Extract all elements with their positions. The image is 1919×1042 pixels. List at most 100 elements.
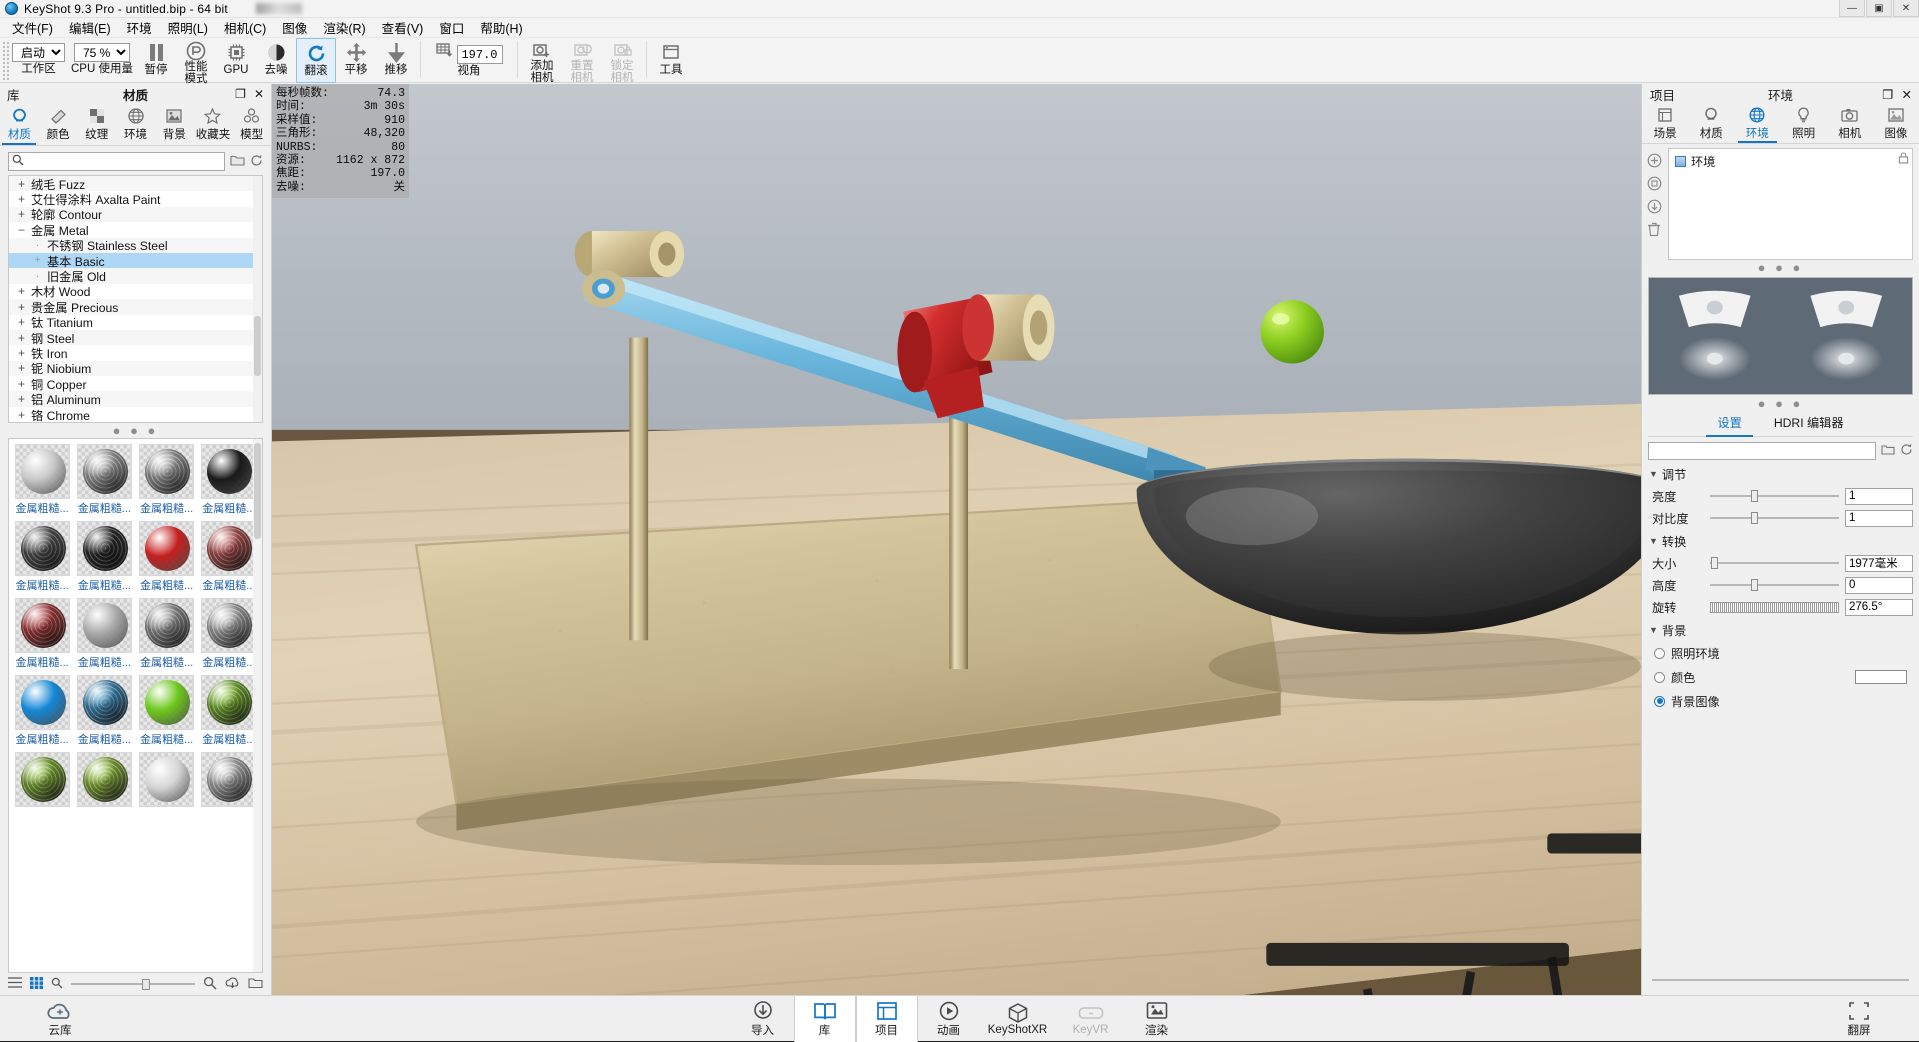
workspace-selector[interactable]: 启动 工作区: [9, 38, 68, 83]
tree-item-15[interactable]: +铬 Chrome: [9, 407, 262, 422]
section-header-adjust[interactable]: ▼ 调节: [1642, 462, 1919, 485]
lock-camera-button[interactable]: 锁定 相机: [602, 38, 642, 83]
scene-render[interactable]: [272, 84, 1641, 995]
denoise-button[interactable]: 去噪: [256, 38, 296, 83]
tree-item-12[interactable]: +铌 Niobium: [9, 361, 262, 376]
size-slider[interactable]: [1710, 556, 1839, 570]
tab-materials[interactable]: 材质: [0, 104, 39, 145]
lock-icon[interactable]: [1898, 152, 1909, 167]
fullscreen-button[interactable]: 翻屏: [1828, 996, 1890, 1042]
menu-window[interactable]: 窗口: [431, 16, 472, 39]
material-thumbnail[interactable]: [73, 750, 135, 811]
brightness-value-input[interactable]: [1845, 488, 1913, 505]
tab-environment[interactable]: 环境: [1734, 104, 1780, 143]
refresh-icon[interactable]: [1900, 443, 1913, 459]
section-header-transform[interactable]: ▼ 转换: [1642, 529, 1919, 552]
zoom-large-icon[interactable]: [203, 976, 217, 993]
contrast-slider[interactable]: [1710, 511, 1839, 525]
tree-item-1[interactable]: +艾仕得涂料 Axalta Paint: [9, 191, 262, 206]
dock-animation-button[interactable]: 动画: [918, 996, 980, 1042]
tab-camera[interactable]: 相机: [1827, 104, 1873, 143]
tree-item-9[interactable]: +钛 Titanium: [9, 315, 262, 330]
search-input[interactable]: [27, 155, 224, 169]
tree-twisty-icon[interactable]: +: [15, 207, 28, 221]
tab-hdri-editor[interactable]: HDRI 编辑器: [1758, 409, 1860, 436]
minimize-button[interactable]: —: [1839, 0, 1865, 17]
material-thumbnail[interactable]: 金属粗糙...: [136, 673, 198, 750]
tab-backgrounds[interactable]: 背景: [155, 104, 194, 145]
material-thumbnail[interactable]: 金属粗糙...: [136, 519, 198, 596]
hdri-preview[interactable]: [1648, 277, 1913, 395]
menu-lighting[interactable]: 照明(L): [160, 16, 216, 39]
material-thumbnail[interactable]: [136, 750, 198, 811]
tree-scroll-thumb[interactable]: [254, 316, 261, 376]
rotation-gradient-slider[interactable]: [1710, 602, 1839, 613]
tree-twisty-icon[interactable]: +: [15, 392, 28, 406]
tree-item-10[interactable]: +钢 Steel: [9, 330, 262, 345]
material-thumbnail[interactable]: [11, 750, 73, 811]
toolbar-grip[interactable]: [2, 41, 9, 80]
gpu-button[interactable]: GPU: [216, 38, 256, 83]
background-image-slider[interactable]: [1652, 975, 1909, 985]
tab-lighting[interactable]: 照明: [1781, 104, 1827, 143]
tree-twisty-icon[interactable]: +: [15, 331, 28, 345]
library-close-icon[interactable]: ✕: [254, 87, 264, 101]
list-view-icon[interactable]: [8, 977, 22, 991]
cloud-download-icon[interactable]: [225, 977, 240, 992]
tree-twisty-icon[interactable]: +: [15, 300, 28, 314]
project-float-icon[interactable]: ❐: [1882, 87, 1893, 102]
material-thumbnail[interactable]: 金属粗糙...: [198, 442, 260, 519]
tab-favorites[interactable]: 收藏夹: [194, 104, 233, 145]
thumbnail-scrollbar[interactable]: [253, 439, 262, 972]
tree-item-13[interactable]: +铜 Copper: [9, 376, 262, 391]
section-header-background[interactable]: ▼ 背景: [1642, 618, 1919, 641]
material-thumbnail[interactable]: 金属粗糙...: [11, 519, 73, 596]
dock-library-button[interactable]: 库: [794, 996, 856, 1042]
tree-item-14[interactable]: +铝 Aluminum: [9, 391, 262, 406]
import-env-icon[interactable]: [1646, 198, 1662, 214]
thumbnail-size-slider[interactable]: [71, 978, 195, 990]
pan-tool-button[interactable]: 平移: [336, 38, 376, 83]
menu-render[interactable]: 渲染(R): [315, 16, 373, 39]
tree-twisty-icon[interactable]: +: [15, 361, 28, 375]
material-thumbnail-area[interactable]: 金属粗糙...金属粗糙...金属粗糙...金属粗糙...金属粗糙...金属粗糙.…: [8, 438, 263, 973]
tab-material[interactable]: 材质: [1688, 104, 1734, 143]
pause-button[interactable]: 暂停: [136, 38, 176, 83]
material-thumbnail[interactable]: 金属粗糙...: [73, 519, 135, 596]
material-tree[interactable]: +绒毛 Fuzz+艾仕得涂料 Axalta Paint+轮廓 Contour−金…: [8, 175, 263, 423]
height-value-input[interactable]: [1845, 577, 1913, 594]
contrast-value-input[interactable]: [1845, 510, 1913, 527]
brightness-slider[interactable]: [1710, 489, 1839, 503]
tree-twisty-icon[interactable]: +: [15, 177, 28, 191]
material-thumbnail[interactable]: 金属粗糙...: [136, 596, 198, 673]
material-thumbnail[interactable]: 金属粗糙...: [11, 673, 73, 750]
perspective-control[interactable]: 视角: [425, 38, 513, 83]
radio-color[interactable]: 颜色: [1642, 665, 1919, 689]
menu-camera[interactable]: 相机(C): [216, 16, 274, 39]
hdri-path-input[interactable]: [1648, 442, 1876, 460]
rotation-value-input[interactable]: [1845, 599, 1913, 616]
tumble-tool-button[interactable]: 翻滚: [296, 38, 336, 83]
tab-scene[interactable]: 场景: [1642, 104, 1688, 143]
library-refresh-icon[interactable]: [250, 154, 263, 170]
add-camera-button[interactable]: 添加 相机: [522, 38, 562, 83]
folder-open-icon[interactable]: [248, 977, 263, 992]
dolly-tool-button[interactable]: 推移: [376, 38, 416, 83]
search-box[interactable]: [8, 152, 225, 171]
tree-item-3[interactable]: −金属 Metal: [9, 222, 262, 237]
material-thumbnail[interactable]: 金属粗糙...: [198, 673, 260, 750]
perspective-value-input[interactable]: [457, 45, 503, 64]
dock-keyshotxr-button[interactable]: KeyShotXR: [980, 996, 1056, 1042]
delete-env-icon[interactable]: [1646, 221, 1662, 237]
cpu-usage-select[interactable]: 75 %: [74, 43, 130, 62]
tree-twisty-icon[interactable]: ·: [31, 271, 44, 282]
menu-environment[interactable]: 环境: [119, 16, 160, 39]
material-thumbnail[interactable]: [198, 750, 260, 811]
height-slider[interactable]: [1710, 578, 1839, 592]
material-thumbnail[interactable]: 金属粗糙...: [136, 442, 198, 519]
performance-mode-button[interactable]: 性能 模式: [176, 38, 216, 83]
tree-twisty-icon[interactable]: +: [15, 284, 28, 298]
menu-edit[interactable]: 编辑(E): [61, 16, 119, 39]
material-thumbnail[interactable]: 金属粗糙...: [73, 673, 135, 750]
menu-file[interactable]: 文件(F): [4, 16, 61, 39]
